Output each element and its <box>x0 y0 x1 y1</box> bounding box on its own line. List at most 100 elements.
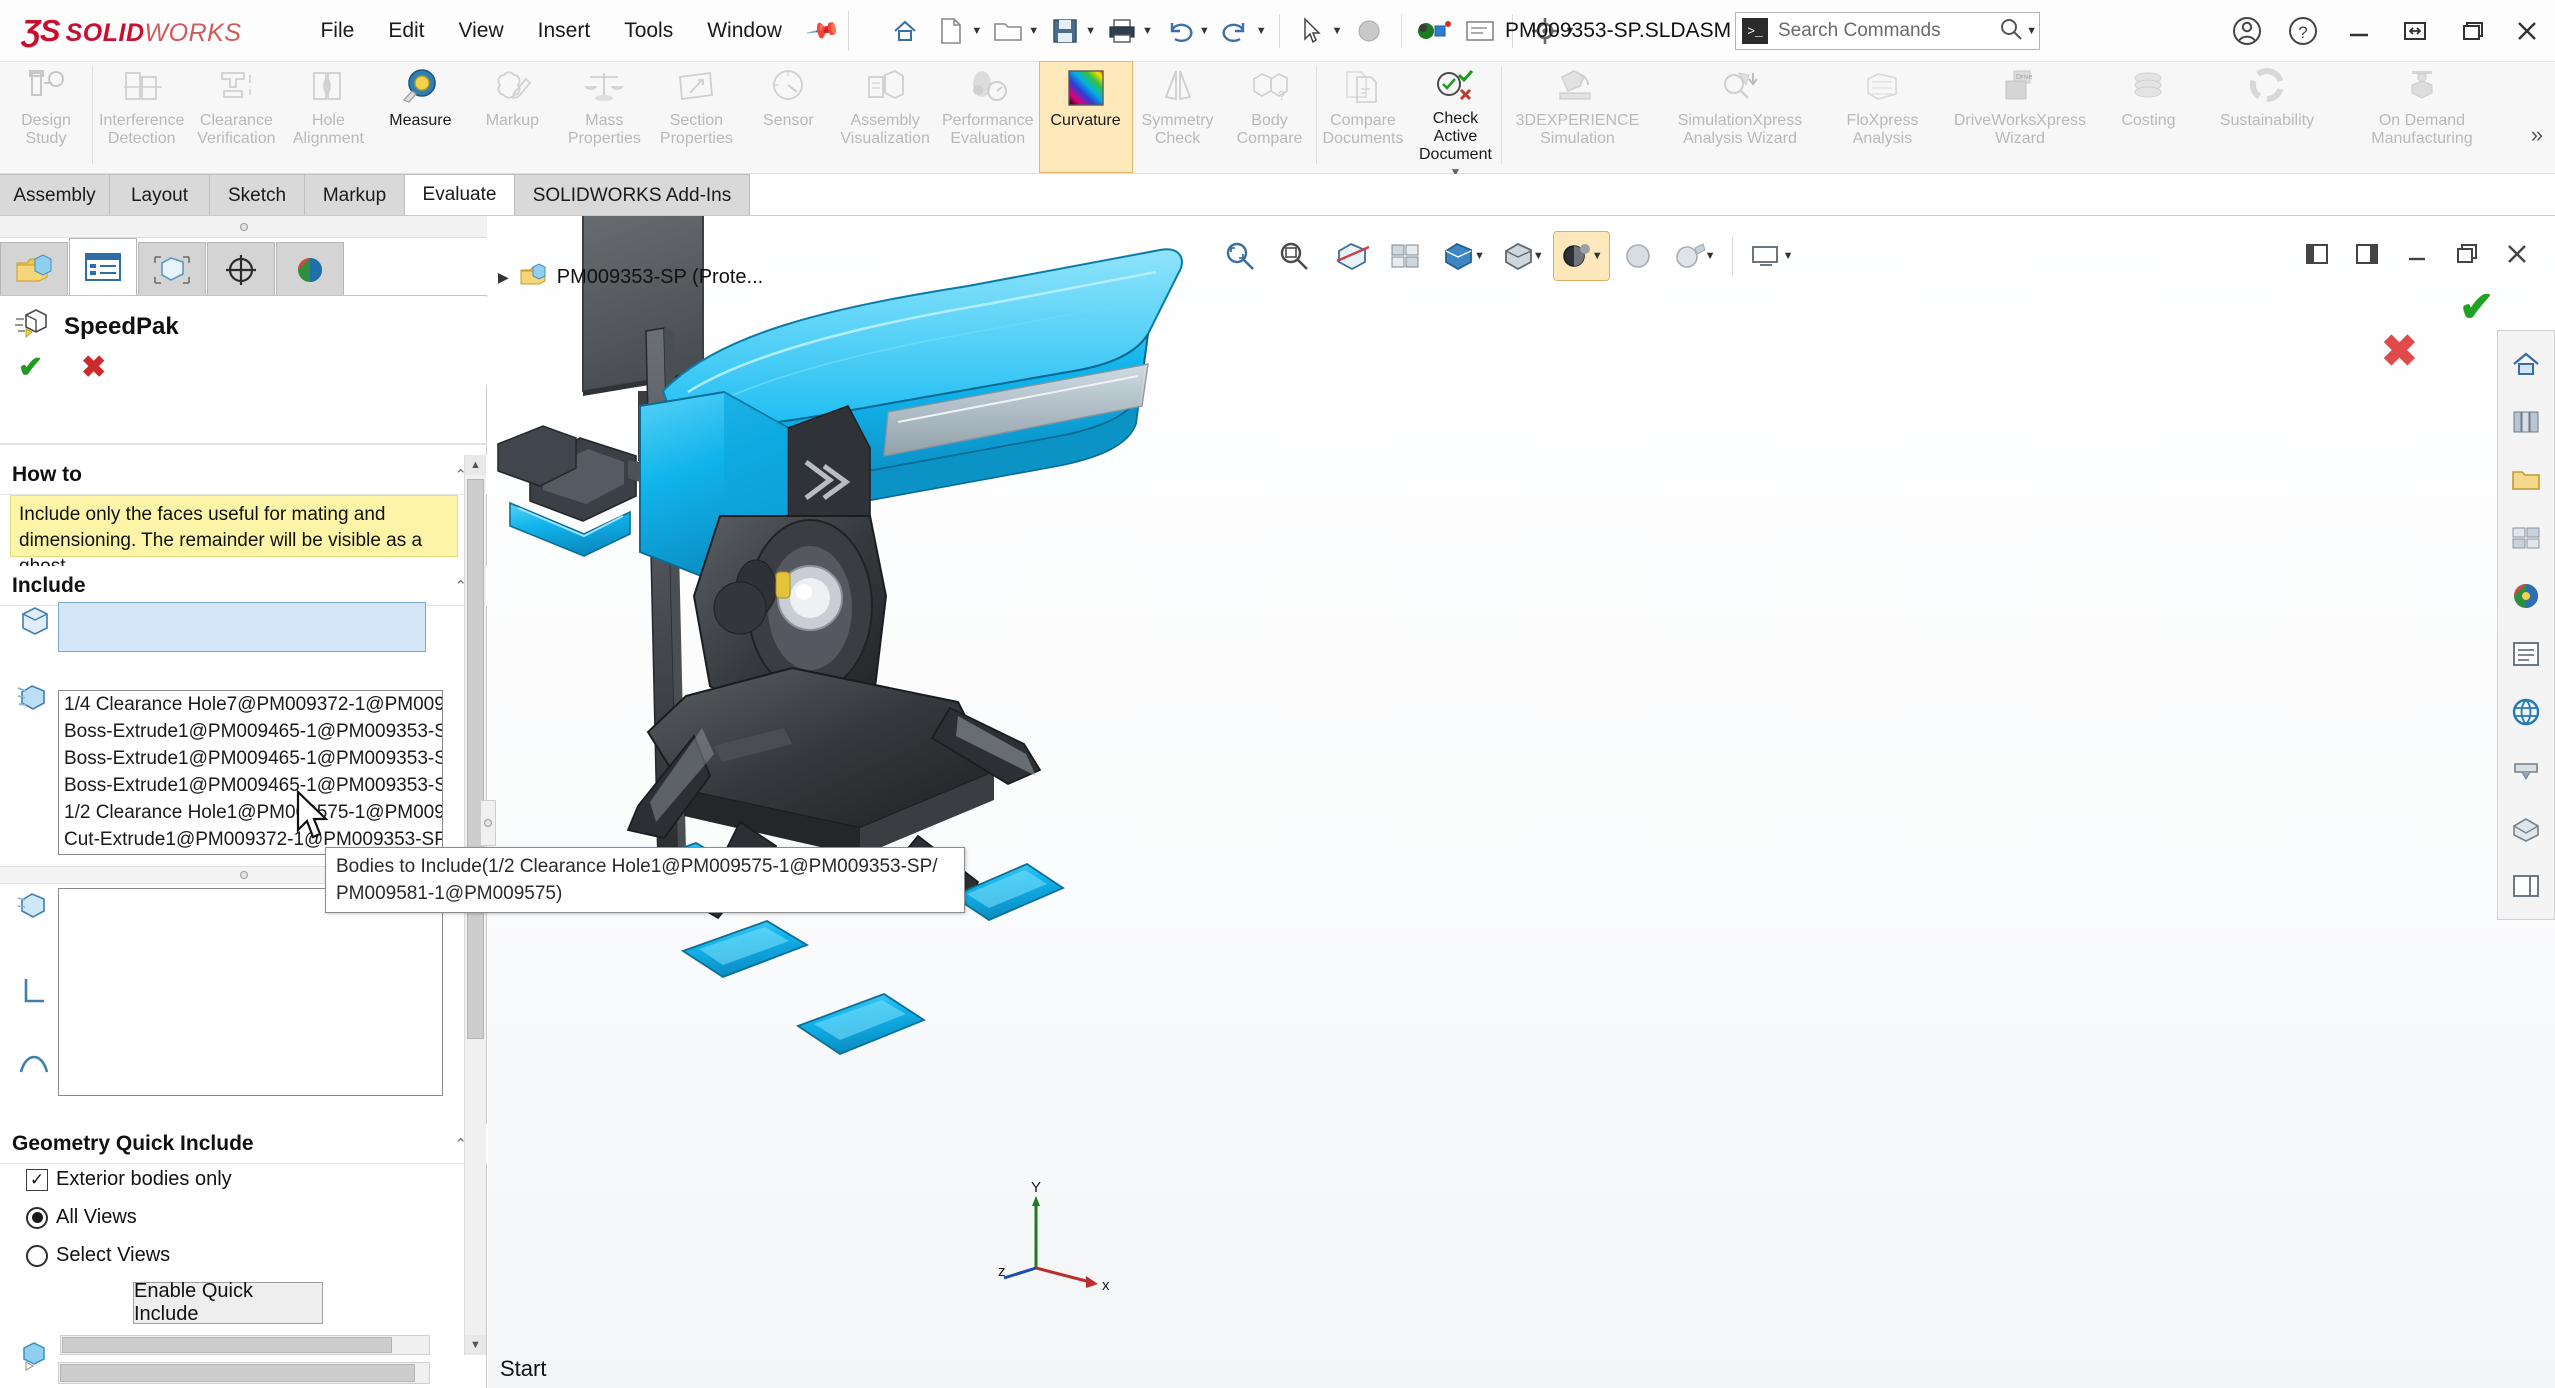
tab-solidworks-addins[interactable]: SOLIDWORKS Add-Ins <box>515 174 750 216</box>
exterior-bodies-only-checkbox[interactable]: ✓ Exterior bodies only <box>26 1168 232 1191</box>
hide-show-items-icon[interactable]: ▼ <box>1495 232 1550 280</box>
feature-manager-tree-tab[interactable] <box>0 242 68 296</box>
undo-chevron-down-icon[interactable]: ▼ <box>1199 25 1210 37</box>
save-chevron-down-icon[interactable]: ▼ <box>1085 25 1096 37</box>
view-orientation-icon[interactable] <box>1382 232 1432 280</box>
select-arrow-icon[interactable] <box>1290 9 1334 53</box>
open-chevron-down-icon[interactable]: ▼ <box>1028 25 1039 37</box>
ribbon-costing[interactable]: Costing <box>2102 62 2194 172</box>
print-icon[interactable] <box>1100 9 1144 53</box>
library-icon[interactable] <box>2498 393 2554 451</box>
menu-tools[interactable]: Tools <box>607 13 690 49</box>
list-item[interactable]: 1/4 Clearance Hole7@PM009372-1@PM009353 <box>59 691 442 718</box>
menu-file[interactable]: File <box>303 13 371 49</box>
section-include[interactable]: Include ⌃ <box>0 566 487 606</box>
display-style-icon[interactable]: ▼ <box>1436 232 1491 280</box>
toggle-panel-icon[interactable] <box>1458 9 1502 53</box>
hide-show-chevron-down-icon[interactable]: ▼ <box>1533 250 1544 262</box>
menu-view[interactable]: View <box>442 13 521 49</box>
scroll-down-arrow-icon[interactable]: ▼ <box>465 1335 486 1355</box>
configuration-manager-tab[interactable] <box>138 242 206 296</box>
ribbon-markup[interactable]: Markup <box>466 62 558 172</box>
appearance-chevron-down-icon[interactable]: ▼ <box>1592 250 1603 262</box>
expand-arrow-icon[interactable]: ▶ <box>498 269 509 286</box>
ribbon-section-properties[interactable]: Section Properties <box>650 62 742 172</box>
apply-scene-icon[interactable]: ▼ <box>1667 232 1722 280</box>
display-manager-tab[interactable] <box>207 242 275 296</box>
tab-evaluate[interactable]: Evaluate <box>405 174 515 216</box>
all-views-radio[interactable]: All Views <box>26 1206 137 1229</box>
cancel-button[interactable]: ✖ <box>81 350 106 385</box>
minimize-window-icon[interactable] <box>2395 232 2439 276</box>
feature-tree-root[interactable]: ▶ PM009353-SP (Prote... <box>498 262 763 293</box>
view-settings-icon[interactable]: ▼ <box>1743 232 1800 280</box>
menu-insert[interactable]: Insert <box>521 13 608 49</box>
menu-window[interactable]: Window <box>690 13 799 49</box>
3d-model-view[interactable] <box>488 216 2555 1388</box>
scene-icon[interactable] <box>1613 232 1663 280</box>
print-chevron-down-icon[interactable]: ▼ <box>1142 25 1153 37</box>
3d-printing-icon[interactable] <box>2498 741 2554 799</box>
bodies-to-include-list[interactable]: 1/4 Clearance Hole7@PM009372-1@PM009353 … <box>58 690 443 855</box>
property-manager-tab[interactable] <box>69 238 137 296</box>
appearances-scenes-icon[interactable] <box>2498 567 2554 625</box>
minimize-icon[interactable] <box>2331 0 2387 62</box>
chevron-double-right-icon[interactable]: » <box>2531 122 2543 148</box>
ribbon-clearance-verification[interactable]: Clearance Verification <box>190 62 282 172</box>
confirm-cancel-button[interactable]: ✖ <box>2381 326 2418 377</box>
tab-assembly[interactable]: Assembly <box>0 174 110 216</box>
ribbon-floxpress[interactable]: FloXpress Analysis <box>1827 62 1937 172</box>
ribbon-compare-documents[interactable]: Compare Documents <box>1317 62 1410 172</box>
search-input[interactable]: >_ Search Commands ▼ <box>1735 12 2040 50</box>
ribbon-on-demand-manufacturing[interactable]: On Demand Manufacturing <box>2339 62 2504 172</box>
maximize-icon[interactable] <box>2443 0 2499 62</box>
tab-markup[interactable]: Markup <box>305 174 405 216</box>
zoom-to-fit-icon[interactable] <box>1215 232 1265 280</box>
panel-splitter-top[interactable] <box>0 216 487 238</box>
ribbon-driveworksxpress[interactable]: Drive DriveWorksXpress Wizard <box>1937 62 2102 172</box>
redo-chevron-down-icon[interactable]: ▼ <box>1256 25 1267 37</box>
ribbon-sustainability[interactable]: Sustainability <box>2194 62 2339 172</box>
search-icon[interactable] <box>1998 16 2024 47</box>
ribbon-curvature[interactable]: Curvature <box>1038 61 1133 173</box>
list-item[interactable]: Boss-Extrude1@PM009465-1@PM009353-SP/PM <box>59 718 442 745</box>
ribbon-simulationxpress[interactable]: SimulationXpress Analysis Wizard <box>1652 62 1827 172</box>
ribbon-mass-properties[interactable]: Mass Properties <box>558 62 650 172</box>
list-item[interactable]: 1/2 Clearance Hole1@PM009575-1@PM009353 <box>59 799 442 826</box>
panel-horizontal-scrollbar[interactable] <box>58 1362 430 1384</box>
home-icon[interactable] <box>883 9 927 53</box>
section-view-icon[interactable] <box>1328 232 1378 280</box>
maximize-pane-icon[interactable] <box>2345 232 2389 276</box>
rebuild-icon[interactable] <box>1412 9 1456 53</box>
restore-down-pane-icon[interactable] <box>2295 232 2339 276</box>
save-icon[interactable] <box>1043 9 1087 53</box>
home-icon[interactable] <box>2498 335 2554 393</box>
3dexperience-marketplace-icon[interactable] <box>2498 683 2554 741</box>
display-style-chevron-down-icon[interactable]: ▼ <box>1474 250 1485 262</box>
new-document-chevron-down-icon[interactable]: ▼ <box>971 25 982 37</box>
tab-layout[interactable]: Layout <box>110 174 210 216</box>
view-palette-icon[interactable] <box>2498 509 2554 567</box>
ribbon-measure[interactable]: Measure <box>374 62 466 172</box>
new-document-icon[interactable] <box>929 9 973 53</box>
slider-thumb[interactable] <box>62 1337 392 1353</box>
user-account-icon[interactable] <box>2219 0 2275 62</box>
panel-resize-handle[interactable] <box>480 800 496 846</box>
view-settings-chevron-down-icon[interactable]: ▼ <box>1783 250 1794 262</box>
scrollbar-thumb[interactable] <box>467 479 484 1039</box>
ribbon-assembly-visualization[interactable]: Assembly Visualization <box>834 62 936 172</box>
confirm-ok-button[interactable]: ✔ <box>2459 282 2494 331</box>
undo-icon[interactable] <box>1157 9 1201 53</box>
select-chevron-down-icon[interactable]: ▼ <box>1332 25 1343 37</box>
restore-window-icon[interactable] <box>2445 232 2489 276</box>
file-explorer-icon[interactable] <box>2498 451 2554 509</box>
section-geometry-quick-include[interactable]: Geometry Quick Include ⌃ <box>0 1124 487 1164</box>
list-item[interactable]: Boss-Extrude1@PM009465-1@PM009353-SP/PM <box>59 772 442 799</box>
tab-sketch[interactable]: Sketch <box>210 174 305 216</box>
other-geometry-list[interactable] <box>58 888 443 1096</box>
redo-icon[interactable] <box>1214 9 1258 53</box>
custom-properties-icon[interactable] <box>2498 625 2554 683</box>
scroll-up-arrow-icon[interactable]: ▲ <box>465 455 486 475</box>
enable-quick-include-button[interactable]: Enable Quick Include <box>133 1280 323 1325</box>
accept-button[interactable]: ✔ <box>18 350 43 385</box>
